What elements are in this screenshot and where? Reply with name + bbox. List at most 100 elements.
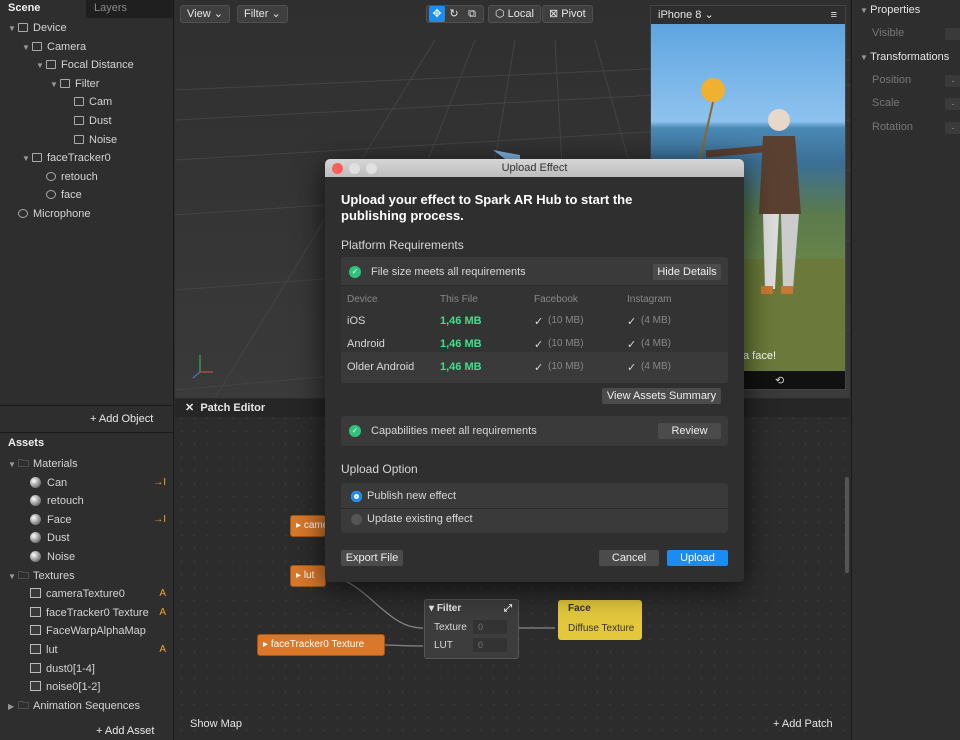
face-mesh-icon [46, 171, 56, 181]
filter-lut-value[interactable]: 0 [473, 638, 507, 652]
material-icon [30, 513, 41, 525]
rectangle-icon [74, 97, 84, 107]
asset-tag: A [159, 606, 166, 618]
texture-icon [30, 662, 41, 673]
material-icon [30, 551, 41, 562]
checkmark-icon: ✓ [627, 316, 637, 328]
rotation-field[interactable]: - [945, 122, 960, 134]
scene-tree-item[interactable]: Noise [64, 131, 117, 149]
view-dropdown[interactable]: View ⌄ [180, 5, 230, 23]
scene-tree-item[interactable]: ▼ Camera [22, 38, 86, 56]
face-material-node[interactable]: Face Diffuse Texture [558, 600, 642, 640]
review-button[interactable]: Review [658, 423, 721, 439]
checkmark-icon: ✓ [534, 316, 544, 328]
scene-tree-label: Microphone [33, 208, 91, 220]
move-icon[interactable]: ✥ [429, 6, 445, 22]
filter-lut-port[interactable]: LUT [434, 640, 453, 651]
asset-item-label: Face [47, 513, 72, 526]
scene-tree-label: Camera [47, 40, 87, 53]
add-asset-button[interactable]: + Add Asset [96, 725, 154, 737]
upload-option-title: Upload Option [341, 462, 418, 476]
visible-label: Visible [872, 27, 905, 39]
asset-item[interactable]: Can →I [30, 474, 174, 492]
publish-new-label[interactable]: Publish new effect [367, 490, 456, 502]
col-device: Device [347, 294, 378, 305]
scene-tree-item[interactable]: ▼ Focal Distance [36, 56, 134, 74]
asset-item-label: faceTracker0 Texture [46, 606, 149, 619]
folder-icon: 🗀 [18, 458, 29, 470]
scene-tree-item[interactable]: retouch [36, 168, 98, 186]
scale-icon[interactable]: ⧉ [463, 6, 481, 22]
minimize-window-button[interactable] [349, 163, 360, 174]
tab-scene[interactable]: Scene [0, 0, 86, 18]
device-selector[interactable]: iPhone 8 ⌄ ≡ [651, 6, 845, 24]
hide-details-button[interactable]: Hide Details [653, 264, 721, 280]
camera-patch-node[interactable]: ▸ came [290, 515, 328, 537]
upload-effect-dialog: Upload Effect Upload your effect to Spar… [325, 159, 744, 582]
asset-item[interactable]: faceTracker0 Texture A [30, 604, 174, 622]
asset-item[interactable]: noise0[1-2] [30, 678, 174, 696]
rotation-label: Rotation [872, 121, 913, 133]
asset-item[interactable]: Dust [30, 529, 174, 547]
local-toggle[interactable]: ⬡ Local [488, 5, 541, 23]
scene-tree-label: Cam [89, 96, 113, 109]
asset-folder[interactable]: ▼ 🗀 Materials [8, 455, 78, 473]
asset-item[interactable]: lut A [30, 641, 174, 659]
rectangle-icon [74, 134, 84, 144]
scale-field[interactable]: - [945, 98, 960, 110]
menu-icon[interactable]: ≡ [831, 6, 837, 24]
view-assets-summary-button[interactable]: View Assets Summary [602, 388, 721, 404]
position-field[interactable]: - [945, 75, 960, 87]
asset-item[interactable]: FaceWarpAlphaMap [30, 622, 174, 640]
texture-icon [30, 606, 41, 617]
radio-publish-new[interactable] [351, 491, 362, 502]
transformations-header[interactable]: ▼ Transformations [860, 51, 949, 63]
close-window-button[interactable] [332, 163, 343, 174]
export-file-button[interactable]: Export File [341, 550, 403, 566]
update-existing-label[interactable]: Update existing effect [367, 513, 473, 525]
asset-folder[interactable]: ▼ 🗀 Textures [8, 567, 75, 585]
scene-tree-item[interactable]: ▼ Device [8, 19, 67, 37]
cancel-button[interactable]: Cancel [599, 550, 659, 566]
scene-tree-item[interactable]: ▼ faceTracker0 [22, 149, 111, 167]
filter-dropdown[interactable]: Filter ⌄ [237, 5, 288, 23]
asset-item[interactable]: Noise [30, 548, 174, 566]
scene-tree-item[interactable]: face [36, 186, 82, 204]
scene-tree-item[interactable]: Dust [64, 112, 112, 130]
asset-folder[interactable]: ▶ 🗀 Animation Sequences [8, 697, 140, 715]
file-size-card: ✓ File size meets all requirements Hide … [341, 257, 728, 383]
plus-icon: + [773, 718, 782, 730]
row-instagram-limit: (4 MB) [641, 315, 671, 326]
asset-item[interactable]: retouch [30, 492, 174, 510]
lut-patch-node[interactable]: ▸ lut [290, 565, 326, 587]
rotate-icon[interactable]: ↻ [445, 6, 463, 22]
checkmark-icon: ✓ [627, 339, 637, 351]
filter-texture-port[interactable]: Texture [434, 622, 467, 633]
diffuse-texture-port[interactable]: Diffuse Texture [568, 623, 634, 634]
filter-texture-value[interactable]: 0 [473, 620, 507, 634]
add-object-button[interactable]: + Add Object [90, 413, 153, 425]
upload-button[interactable]: Upload [667, 550, 728, 566]
add-patch-button[interactable]: + Add Patch [773, 718, 833, 730]
vertical-scrollbar[interactable] [845, 477, 849, 573]
scene-tree-item[interactable]: Cam [64, 93, 112, 111]
expand-icon[interactable]: ⤢ [504, 603, 512, 614]
pivot-toggle[interactable]: ⊠ Pivot [542, 5, 593, 23]
asset-item[interactable]: Face →I [30, 511, 174, 529]
rotate-device-icon[interactable]: ⟲ [775, 374, 784, 387]
radio-update-existing[interactable] [351, 514, 362, 525]
asset-item[interactable]: dust0[1-4] [30, 660, 174, 678]
scene-tree-item[interactable]: Microphone [8, 205, 90, 223]
row-instagram-limit: (4 MB) [641, 361, 671, 372]
asset-item-label: noise0[1-2] [46, 681, 101, 694]
properties-header[interactable]: ▼ Properties [860, 4, 920, 16]
visible-checkbox[interactable] [945, 28, 960, 40]
tab-layers[interactable]: Layers [86, 0, 172, 18]
show-map-button[interactable]: Show Map [190, 718, 242, 730]
asset-tag: A [159, 644, 166, 655]
asset-item[interactable]: cameraTexture0 A [30, 585, 174, 603]
filter-patch-node[interactable]: ▾ Filter ⤢ Texture 0 LUT 0 [424, 599, 519, 659]
zoom-window-button[interactable] [366, 163, 377, 174]
face-tracker-texture-node[interactable]: ▸ faceTracker0 Texture [257, 634, 385, 656]
scene-tree-item[interactable]: ▼ Filter [50, 75, 99, 93]
